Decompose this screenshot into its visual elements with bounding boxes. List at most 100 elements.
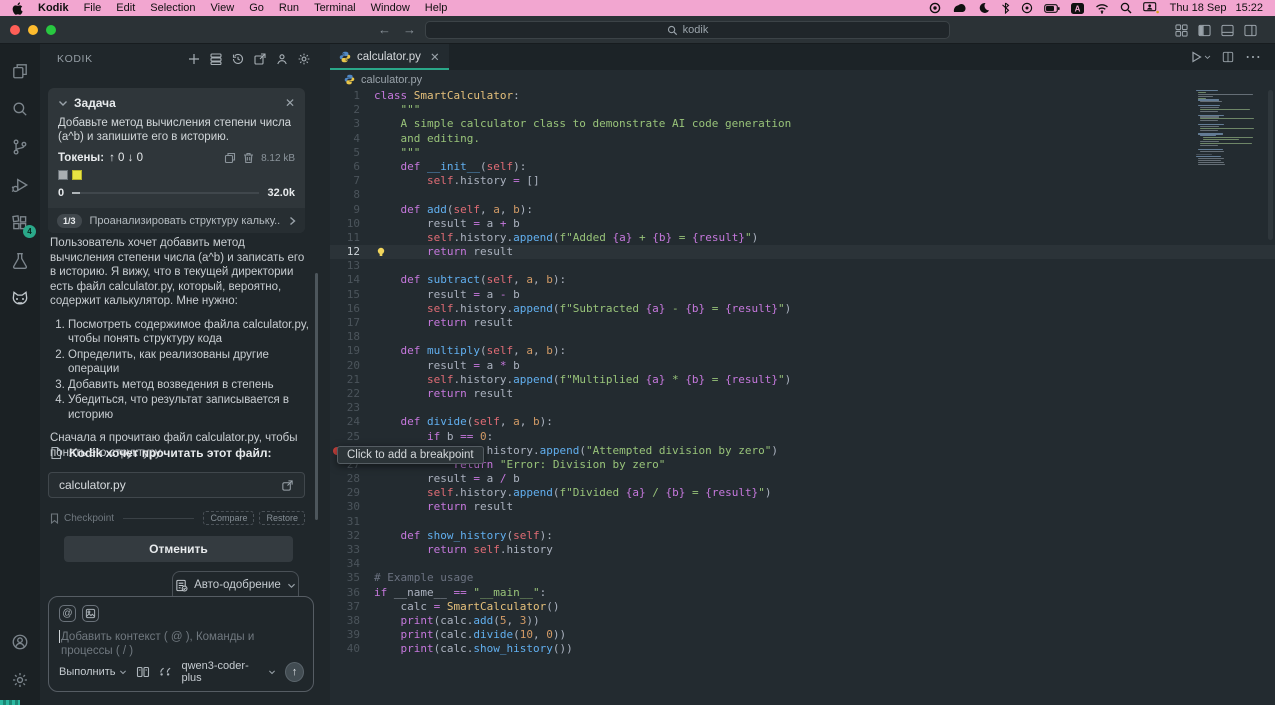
user-session-icon[interactable] xyxy=(1143,2,1159,14)
split-editor-icon[interactable] xyxy=(1222,51,1234,63)
line-number[interactable]: 37 xyxy=(330,600,360,614)
code-line[interactable]: 5 """ xyxy=(330,146,1275,160)
code-line[interactable]: 12 return result xyxy=(330,245,1275,259)
line-number[interactable]: 16 xyxy=(330,302,360,316)
mention-context-button[interactable]: @ xyxy=(59,605,76,622)
input-source-icon[interactable]: A xyxy=(1071,2,1084,14)
line-number[interactable]: 14 xyxy=(330,273,360,287)
line-number[interactable]: 4 xyxy=(330,132,360,146)
command-center-search[interactable]: kodik xyxy=(425,21,950,39)
tab-calculator-py[interactable]: calculator.py ✕ xyxy=(330,44,449,70)
close-window-button[interactable] xyxy=(10,25,20,35)
code-line[interactable]: 38 print(calc.add(5, 3)) xyxy=(330,614,1275,628)
code-line[interactable]: 19 def multiply(self, a, b): xyxy=(330,344,1275,358)
line-number[interactable]: 40 xyxy=(330,642,360,656)
line-number[interactable]: 36 xyxy=(330,586,360,600)
code-line[interactable]: 35# Example usage xyxy=(330,571,1275,585)
line-number[interactable]: 1 xyxy=(330,89,360,103)
code-line[interactable]: 28 result = a / b xyxy=(330,472,1275,486)
status-dot-icon[interactable] xyxy=(929,2,941,14)
code-line[interactable]: 20 result = a * b xyxy=(330,359,1275,373)
wifi-icon[interactable] xyxy=(1095,2,1109,14)
code-line[interactable]: 16 self.history.append(f"Subtracted {a} … xyxy=(330,302,1275,316)
code-line[interactable]: 1class SmartCalculator: xyxy=(330,89,1275,103)
code-line[interactable]: 37 calc = SmartCalculator() xyxy=(330,600,1275,614)
line-number[interactable]: 20 xyxy=(330,359,360,373)
line-number[interactable]: 7 xyxy=(330,174,360,188)
toggle-secondary-sidebar-icon[interactable] xyxy=(1244,24,1257,37)
file-card[interactable]: calculator.py xyxy=(48,472,305,498)
line-number[interactable]: 28 xyxy=(330,472,360,486)
settings-gear-icon[interactable] xyxy=(8,668,32,692)
battery-icon[interactable] xyxy=(1044,2,1060,14)
line-number[interactable]: 3 xyxy=(330,117,360,131)
line-number[interactable]: 31 xyxy=(330,515,360,529)
mcp-servers-icon[interactable] xyxy=(209,52,223,66)
account-icon[interactable] xyxy=(8,630,32,654)
code-line[interactable]: 18 xyxy=(330,330,1275,344)
line-number[interactable]: 18 xyxy=(330,330,360,344)
breadcrumb[interactable]: calculator.py xyxy=(330,70,1275,89)
search-icon[interactable] xyxy=(8,97,32,121)
code-line[interactable]: 24 def divide(self, a, b): xyxy=(330,415,1275,429)
close-tab-icon[interactable]: ✕ xyxy=(430,50,440,64)
account-icon[interactable] xyxy=(275,52,289,66)
restore-button[interactable]: Restore xyxy=(259,511,305,525)
line-number[interactable]: 6 xyxy=(330,160,360,174)
line-number[interactable]: 22 xyxy=(330,387,360,401)
code-area[interactable]: 1class SmartCalculator:2 """3 A simple c… xyxy=(330,89,1275,705)
apple-logo-icon[interactable] xyxy=(12,2,23,14)
extensions-icon[interactable]: 4 xyxy=(8,211,32,235)
code-line[interactable]: 31 xyxy=(330,515,1275,529)
minimap[interactable] xyxy=(1196,90,1258,166)
code-line[interactable]: 11 self.history.append(f"Added {a} + {b}… xyxy=(330,231,1275,245)
line-number[interactable]: 34 xyxy=(330,557,360,571)
cancel-button[interactable]: Отменить xyxy=(64,536,293,562)
more-actions-icon[interactable]: ⋯ xyxy=(1245,47,1261,67)
line-number[interactable]: 15 xyxy=(330,288,360,302)
close-task-icon[interactable]: ✕ xyxy=(285,96,295,110)
history-icon[interactable] xyxy=(231,52,245,66)
mcp-toggle-icon[interactable] xyxy=(136,666,150,678)
kodik-cat-icon[interactable] xyxy=(8,287,32,311)
focus-moon-icon[interactable] xyxy=(978,2,990,14)
code-line[interactable]: 39 print(calc.divide(10, 0)) xyxy=(330,628,1275,642)
code-line[interactable]: 4 and editing. xyxy=(330,132,1275,146)
new-task-icon[interactable] xyxy=(187,52,201,66)
code-line[interactable]: 32 def show_history(self): xyxy=(330,529,1275,543)
line-number[interactable]: 5 xyxy=(330,146,360,160)
delete-trash-icon[interactable] xyxy=(243,152,254,164)
code-line[interactable]: 29 self.history.append(f"Divided {a} / {… xyxy=(330,486,1275,500)
explorer-icon[interactable] xyxy=(8,59,32,83)
code-line[interactable]: 36if __name__ == "__main__": xyxy=(330,586,1275,600)
spotlight-search-icon[interactable] xyxy=(1120,2,1132,14)
code-line[interactable]: 10 result = a + b xyxy=(330,217,1275,231)
line-number[interactable]: 2 xyxy=(330,103,360,117)
settings-gear-icon[interactable] xyxy=(297,52,311,66)
code-line[interactable]: 3 A simple calculator class to demonstra… xyxy=(330,117,1275,131)
compare-button[interactable]: Compare xyxy=(203,511,254,525)
code-line[interactable]: 9 def add(self, a, b): xyxy=(330,203,1275,217)
code-line[interactable]: 21 self.history.append(f"Multiplied {a} … xyxy=(330,373,1275,387)
toggle-panel-icon[interactable] xyxy=(1221,24,1234,37)
line-number[interactable]: 21 xyxy=(330,373,360,387)
code-line[interactable]: 30 return result xyxy=(330,500,1275,514)
customize-layout-icon[interactable] xyxy=(1175,24,1188,37)
line-number[interactable]: 12 xyxy=(330,245,360,259)
editor-scrollbar[interactable] xyxy=(1268,90,1273,240)
code-line[interactable]: 2 """ xyxy=(330,103,1275,117)
auto-approve-dropdown[interactable]: Авто-одобрение xyxy=(172,571,299,598)
menu-item-window[interactable]: Window xyxy=(371,2,410,14)
code-line[interactable]: 40 print(calc.show_history()) xyxy=(330,642,1275,656)
chat-input-box[interactable]: @ Добавить контекст ( @ ), Команды и про… xyxy=(48,596,314,692)
minimize-window-button[interactable] xyxy=(28,25,38,35)
menu-item-kodik[interactable]: Kodik xyxy=(38,2,69,14)
line-number[interactable]: 39 xyxy=(330,628,360,642)
menu-item-file[interactable]: File xyxy=(84,2,102,14)
code-line[interactable]: 22 return result xyxy=(330,387,1275,401)
maximize-window-button[interactable] xyxy=(46,25,56,35)
line-number[interactable]: 29 xyxy=(330,486,360,500)
line-number[interactable]: 30 xyxy=(330,500,360,514)
screen-record-icon[interactable] xyxy=(1021,2,1033,14)
code-line[interactable]: 15 result = a - b xyxy=(330,288,1275,302)
